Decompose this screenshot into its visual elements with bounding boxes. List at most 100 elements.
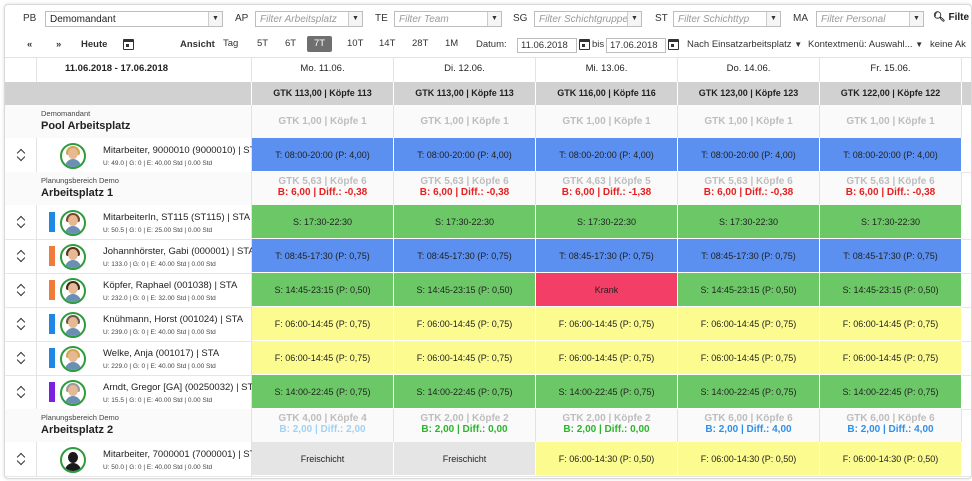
color-marker <box>49 246 55 266</box>
te-filter[interactable]: Filter Team ▼ <box>394 11 502 27</box>
grouping-select[interactable]: Nach Einsatzarbeitsplatz ▼ <box>687 39 802 50</box>
shift-cell[interactable]: T: 08:45-17:30 (P: 0,75) <box>678 239 820 273</box>
view-28t[interactable]: 28T <box>405 36 435 52</box>
shift-cell[interactable]: S: 17:30-22:30 <box>536 205 678 239</box>
calendar-icon[interactable] <box>579 39 590 50</box>
shift-cell[interactable]: S: 17:30-22:30 <box>394 205 536 239</box>
shift-cell[interactable]: T: 08:45-17:30 (P: 0,75) <box>820 239 962 273</box>
shift-cell[interactable]: F: 06:00-14:45 (P: 0,75) <box>394 341 536 375</box>
avatar-body <box>65 362 81 370</box>
shift-cell[interactable]: S: 14:00-22:45 (P: 0,75) <box>394 375 536 409</box>
date-label: Datum: <box>476 39 507 50</box>
sort-handle-icon[interactable] <box>16 385 26 399</box>
gtk-summary: GTK 113,00 | Köpfe 113 <box>394 82 536 105</box>
shift-cell[interactable]: F: 06:00-14:45 (P: 0,75) <box>536 307 678 341</box>
pb-value: Demomandant <box>50 14 116 25</box>
shift-cell[interactable]: S: 14:00-22:45 (P: 0,75) <box>252 375 394 409</box>
employee-info[interactable]: Knühmann, Horst (001024) | STA U: 239.0 |… <box>37 307 252 341</box>
st-label: ST <box>655 13 668 24</box>
prev-week-button[interactable]: « <box>27 39 32 50</box>
shift-cell[interactable]: Freischicht <box>252 442 394 476</box>
employee-info[interactable]: Köpfer, Raphael (001038) | STA U: 232.0 |… <box>37 273 252 307</box>
sort-handle-icon[interactable] <box>16 317 26 331</box>
sg-placeholder: Filter Schichtgruppe <box>539 14 628 25</box>
shift-cell[interactable]: F: 06:00-14:30 (P: 0,50) <box>820 442 962 476</box>
shift-cell[interactable]: F: 06:00-14:45 (P: 0,75) <box>820 341 962 375</box>
shift-cell[interactable]: S: 14:45-23:15 (P: 0,50) <box>678 273 820 307</box>
stats-diff: B: 6,00 | Diff.: -0,38 <box>845 187 936 198</box>
sort-handle-icon[interactable] <box>16 283 26 297</box>
view-7t[interactable]: 7T <box>307 36 333 52</box>
shift-cell[interactable]: F: 06:00-14:30 (P: 0,50) <box>536 442 678 476</box>
shift-cell[interactable]: S: 14:00-22:45 (P: 0,75) <box>820 375 962 409</box>
employee-info[interactable]: Arndt, Gregor [GA] (00250032) | STA U: 15… <box>37 375 259 409</box>
next-week-button[interactable]: » <box>56 39 61 50</box>
shift-cell[interactable]: Krank <box>536 273 678 307</box>
context-menu-select[interactable]: Kontextmenü: Auswahl... ▼ <box>808 39 923 50</box>
shift-cell[interactable]: T: 08:45-17:30 (P: 0,75) <box>394 239 536 273</box>
color-marker <box>49 314 55 334</box>
shift-cell[interactable]: S: 14:00-22:45 (P: 0,75) <box>536 375 678 409</box>
view-14t[interactable]: 14T <box>372 36 402 52</box>
shift-cell[interactable]: F: 06:00-14:45 (P: 0,75) <box>252 341 394 375</box>
stats-diff: B: 6,00 | Diff.: -0,38 <box>703 187 794 198</box>
sort-handle-icon[interactable] <box>16 351 26 365</box>
view-10t[interactable]: 10T <box>340 36 370 52</box>
date-from-input[interactable]: 11.06.2018 <box>517 38 577 53</box>
shift-cell[interactable]: T: 08:45-17:30 (P: 0,75) <box>252 239 394 273</box>
context-menu-value: Kontextmenü: Auswahl... <box>808 39 913 50</box>
sort-handle-icon[interactable] <box>16 215 26 229</box>
shift-cell[interactable]: S: 17:30-22:30 <box>678 205 820 239</box>
shift-cell[interactable]: F: 06:00-14:45 (P: 0,75) <box>820 307 962 341</box>
sg-filter[interactable]: Filter Schichtgruppe ▼ <box>534 11 642 27</box>
shift-cell[interactable]: F: 06:00-14:45 (P: 0,75) <box>394 307 536 341</box>
pb-select[interactable]: Demomandant ▼ <box>45 11 223 27</box>
view-5t[interactable]: 5T <box>250 36 275 52</box>
sort-cell <box>5 341 37 375</box>
view-tag[interactable]: Tag <box>216 36 245 52</box>
section-title: Arbeitsplatz 1 <box>41 187 114 199</box>
calendar-icon[interactable] <box>668 39 679 50</box>
ap-filter[interactable]: Filter Arbeitsplatz ▼ <box>255 11 363 27</box>
shift-cell[interactable]: F: 06:00-14:45 (P: 0,75) <box>252 307 394 341</box>
shift-cell[interactable]: F: 06:00-14:45 (P: 0,75) <box>678 341 820 375</box>
sort-handle-icon[interactable] <box>16 148 26 162</box>
view-6t[interactable]: 6T <box>278 36 303 52</box>
extra-select[interactable]: keine Ak <box>930 39 966 50</box>
calendar-icon[interactable] <box>123 39 134 50</box>
shift-cell[interactable]: T: 08:00-20:00 (P: 4,00) <box>394 138 536 172</box>
shift-cell[interactable]: S: 14:45-23:15 (P: 0,50) <box>394 273 536 307</box>
shift-cell[interactable]: F: 06:00-14:45 (P: 0,75) <box>536 341 678 375</box>
employee-info[interactable]: Mitarbeiter, 7000001 (7000001) | STA U: 5… <box>37 442 261 476</box>
employee-row: Johannhörster, Gabi (000001) | STA U: 133… <box>5 239 971 274</box>
today-button[interactable]: Heute <box>81 39 107 50</box>
shift-cell[interactable]: S: 14:45-23:15 (P: 0,50) <box>252 273 394 307</box>
view-1m[interactable]: 1M <box>438 36 465 52</box>
employee-info[interactable]: Welke, Anja (001017) | STA U: 229.0 | G: … <box>37 341 252 375</box>
shift-cell[interactable]: T: 08:00-20:00 (P: 4,00) <box>252 138 394 172</box>
shift-cell[interactable]: T: 08:00-20:00 (P: 4,00) <box>678 138 820 172</box>
employee-info[interactable]: MitarbeiterIn, ST115 (ST115) | STA U: 50.… <box>37 205 252 239</box>
gtk-summary: GTK 123,00 | Köpfe 123 <box>678 82 820 105</box>
shift-cell[interactable]: T: 08:45-17:30 (P: 0,75) <box>536 239 678 273</box>
employee-info[interactable]: Mitarbeiter, 9000010 (9000010) | STA U: 4… <box>37 138 261 172</box>
employee-info[interactable]: Johannhörster, Gabi (000001) | STA U: 133… <box>37 239 255 273</box>
shift-cell[interactable]: Freischicht <box>394 442 536 476</box>
ma-filter[interactable]: Filter Personal ▼ <box>816 11 924 27</box>
sort-handle-icon[interactable] <box>16 452 26 466</box>
employee-name: Mitarbeiter, 9000010 (9000010) | STA <box>103 145 262 156</box>
date-to-input[interactable]: 17.06.2018 <box>606 38 666 53</box>
shift-cell[interactable]: S: 14:45-23:15 (P: 0,50) <box>820 273 962 307</box>
st-filter[interactable]: Filter Schichttyp ▼ <box>673 11 781 27</box>
filter-button[interactable]: 🔍︎ Filte <box>933 12 969 23</box>
shift-cell[interactable]: S: 17:30-22:30 <box>820 205 962 239</box>
sort-handle-icon[interactable] <box>16 249 26 263</box>
filter-button-label: Filte <box>948 12 970 23</box>
shift-cell[interactable]: T: 08:00-20:00 (P: 4,00) <box>536 138 678 172</box>
sort-cell <box>5 442 37 476</box>
shift-cell[interactable]: S: 17:30-22:30 <box>252 205 394 239</box>
shift-cell[interactable]: S: 14:00-22:45 (P: 0,75) <box>678 375 820 409</box>
shift-cell[interactable]: T: 08:00-20:00 (P: 4,00) <box>820 138 962 172</box>
shift-cell[interactable]: F: 06:00-14:30 (P: 0,50) <box>678 442 820 476</box>
shift-cell[interactable]: F: 06:00-14:45 (P: 0,75) <box>678 307 820 341</box>
